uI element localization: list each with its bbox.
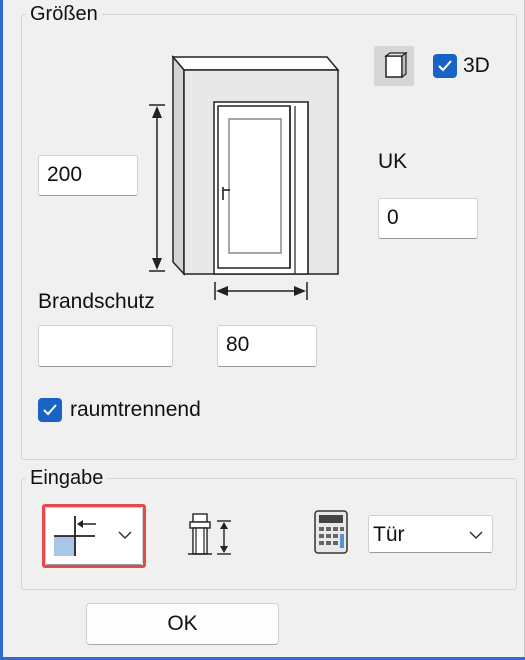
uk-label: UK [378,150,408,173]
door-preview-icon [171,54,340,276]
chevron-down-icon [118,531,132,540]
3d-view-toggle-button[interactable] [374,46,414,86]
height-input[interactable]: 200 [38,155,138,196]
width-input[interactable]: 80 [217,325,317,367]
checkmark-icon [43,404,57,416]
window-frame-left [0,0,3,660]
brandschutz-label: Brandschutz [38,290,155,313]
uk-input[interactable]: 0 [378,198,478,239]
insertion-mode-dropdown[interactable] [45,507,143,565]
3d-checkbox[interactable] [433,54,457,78]
raumtrennend-label: raumtrennend [70,398,201,421]
chevron-down-icon [469,531,483,540]
brandschutz-input[interactable] [38,325,173,367]
ok-button[interactable]: OK [86,603,279,645]
height-dimension-icon [149,104,165,272]
calculator-icon[interactable] [313,509,349,555]
insertion-mode-icon [54,516,96,556]
eingabe-group-title: Eingabe [26,467,108,490]
3d-checkbox-label: 3D [463,54,490,77]
raumtrennend-checkbox[interactable] [38,398,62,422]
width-dimension-icon [214,282,308,300]
3d-view-toggle-icon [384,51,408,79]
checkmark-icon [438,60,452,72]
opening-section-icon[interactable] [185,511,235,559]
component-type-select[interactable]: Tür [368,515,493,553]
groessen-group-title: Größen [26,3,102,26]
component-type-value: Tür [373,523,405,546]
